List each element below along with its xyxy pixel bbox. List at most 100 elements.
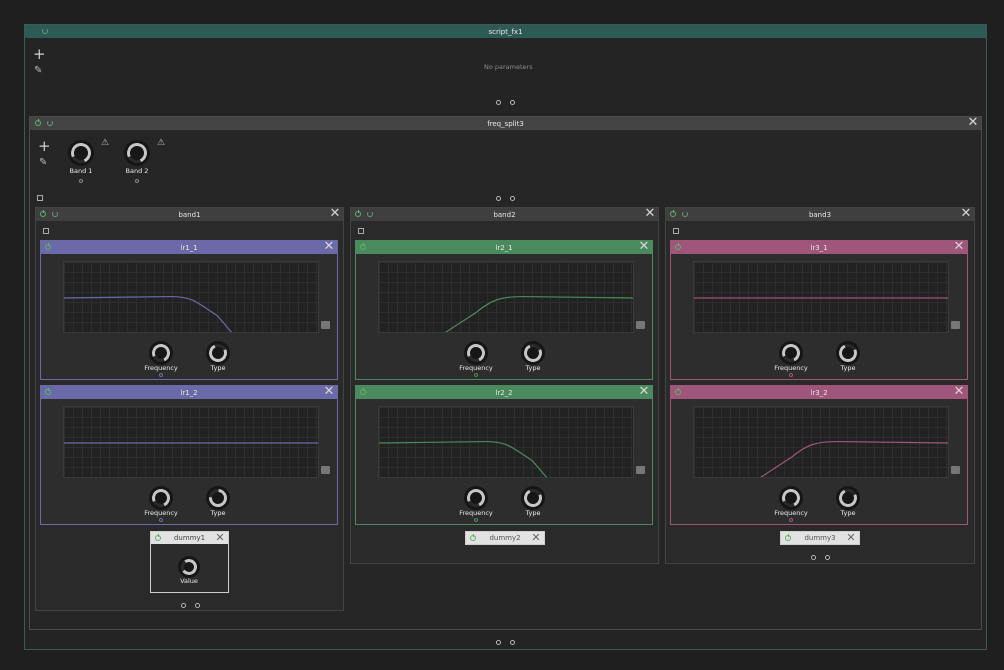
camera-icon[interactable] bbox=[951, 466, 960, 474]
modulation-dot[interactable] bbox=[135, 179, 139, 183]
refresh-icon[interactable] bbox=[680, 209, 690, 219]
close-icon[interactable]: ✕ bbox=[967, 116, 979, 129]
frequency-knob[interactable] bbox=[149, 486, 173, 510]
output-connector[interactable] bbox=[825, 555, 830, 560]
close-icon[interactable]: ✕ bbox=[953, 240, 965, 253]
close-icon[interactable]: ✕ bbox=[638, 385, 650, 398]
output-connector[interactable] bbox=[195, 603, 200, 608]
modulation-dot[interactable] bbox=[789, 518, 793, 522]
dummy2-panel: dummy2 ✕ bbox=[465, 531, 545, 545]
camera-icon[interactable] bbox=[951, 321, 960, 329]
frequency-response-graph[interactable] bbox=[693, 261, 949, 333]
output-connector[interactable] bbox=[510, 196, 515, 201]
frequency-knob[interactable] bbox=[464, 341, 488, 365]
value-knob-label: Value bbox=[180, 577, 198, 585]
close-icon[interactable]: ✕ bbox=[530, 532, 542, 544]
close-icon[interactable]: ✕ bbox=[323, 240, 335, 253]
no-parameters-text: No parameters bbox=[484, 63, 533, 71]
power-icon[interactable] bbox=[673, 242, 683, 252]
type-knob[interactable] bbox=[206, 341, 230, 365]
external-link-icon[interactable] bbox=[43, 228, 49, 234]
power-icon[interactable] bbox=[673, 387, 683, 397]
frequency-knob[interactable] bbox=[779, 341, 803, 365]
frequency-response-graph[interactable] bbox=[378, 406, 634, 478]
modulation-dot[interactable] bbox=[79, 179, 83, 183]
band2-knob[interactable] bbox=[124, 140, 150, 166]
power-icon[interactable] bbox=[43, 387, 53, 397]
close-icon[interactable]: ✕ bbox=[214, 532, 226, 544]
frequency-knob[interactable] bbox=[779, 486, 803, 510]
output-connector[interactable] bbox=[181, 603, 186, 608]
camera-icon[interactable] bbox=[636, 321, 645, 329]
input-connector[interactable] bbox=[496, 100, 501, 105]
main-output-connector[interactable] bbox=[496, 640, 501, 645]
camera-icon[interactable] bbox=[321, 321, 330, 329]
refresh-icon[interactable] bbox=[365, 209, 375, 219]
response-curve-path bbox=[64, 295, 233, 332]
script-fx-title: script_fx1 bbox=[488, 27, 523, 36]
output-connector[interactable] bbox=[811, 555, 816, 560]
external-link-icon[interactable] bbox=[37, 195, 43, 201]
close-icon[interactable]: ✕ bbox=[953, 385, 965, 398]
close-icon[interactable]: ✕ bbox=[644, 207, 656, 220]
value-knob[interactable] bbox=[178, 556, 200, 578]
close-icon[interactable]: ✕ bbox=[638, 240, 650, 253]
close-icon[interactable]: ✕ bbox=[960, 207, 972, 220]
type-knob[interactable] bbox=[206, 486, 230, 510]
plus-icon[interactable]: + bbox=[38, 139, 51, 154]
modulation-dot[interactable] bbox=[789, 373, 793, 377]
type-knob[interactable] bbox=[836, 486, 860, 510]
type-knob[interactable] bbox=[836, 341, 860, 365]
frequency-response-graph[interactable] bbox=[378, 261, 634, 333]
external-link-icon[interactable] bbox=[673, 228, 679, 234]
close-icon[interactable]: ✕ bbox=[845, 532, 857, 544]
pencil-icon[interactable]: ✎ bbox=[34, 65, 42, 76]
response-curve-path bbox=[379, 440, 548, 477]
modulation-dot[interactable] bbox=[159, 373, 163, 377]
modulation-dot[interactable] bbox=[474, 518, 478, 522]
main-output-connector[interactable] bbox=[510, 640, 515, 645]
frequency-response-graph[interactable] bbox=[693, 406, 949, 478]
type-knob[interactable] bbox=[521, 341, 545, 365]
band2-title: band2 bbox=[493, 210, 516, 219]
dummy3-title: dummy3 bbox=[804, 534, 836, 542]
plus-icon[interactable]: + bbox=[33, 47, 46, 62]
response-curve bbox=[694, 297, 948, 299]
frequency-knob[interactable] bbox=[464, 486, 488, 510]
power-icon[interactable] bbox=[153, 533, 163, 543]
frequency-response-graph[interactable] bbox=[63, 261, 319, 333]
type-knob[interactable] bbox=[521, 486, 545, 510]
external-link-icon[interactable] bbox=[358, 228, 364, 234]
power-icon[interactable] bbox=[468, 533, 478, 543]
close-icon[interactable]: ✕ bbox=[323, 385, 335, 398]
modulation-dot[interactable] bbox=[159, 518, 163, 522]
power-icon[interactable] bbox=[43, 242, 53, 252]
power-icon[interactable] bbox=[358, 387, 368, 397]
frequency-response-graph[interactable] bbox=[63, 406, 319, 478]
refresh-icon[interactable] bbox=[45, 118, 55, 128]
pencil-icon[interactable]: ✎ bbox=[39, 157, 47, 168]
response-curve bbox=[64, 442, 318, 444]
filter-title: lr1_1 bbox=[180, 243, 198, 252]
power-icon[interactable] bbox=[358, 242, 368, 252]
close-icon[interactable]: ✕ bbox=[329, 207, 341, 220]
input-connector[interactable] bbox=[510, 100, 515, 105]
frequency-knob[interactable] bbox=[149, 341, 173, 365]
refresh-icon[interactable] bbox=[50, 209, 60, 219]
modulation-dot[interactable] bbox=[474, 373, 478, 377]
dummy1-panel: dummy1 ✕ Value bbox=[150, 531, 229, 593]
lr2_1-filter-module: lr2_1 ✕ Frequency Type bbox=[355, 240, 653, 380]
power-icon[interactable] bbox=[783, 533, 793, 543]
power-icon[interactable] bbox=[33, 118, 43, 128]
refresh-icon[interactable] bbox=[40, 26, 50, 36]
camera-icon[interactable] bbox=[321, 466, 330, 474]
power-icon[interactable] bbox=[353, 209, 363, 219]
power-icon[interactable] bbox=[668, 209, 678, 219]
output-connector[interactable] bbox=[496, 196, 501, 201]
script-fx-header: script_fx1 bbox=[25, 25, 986, 38]
filter-title: lr3_2 bbox=[810, 388, 828, 397]
camera-icon[interactable] bbox=[636, 466, 645, 474]
power-icon[interactable] bbox=[38, 209, 48, 219]
filter-title: lr2_2 bbox=[495, 388, 513, 397]
band1-knob[interactable] bbox=[68, 140, 94, 166]
